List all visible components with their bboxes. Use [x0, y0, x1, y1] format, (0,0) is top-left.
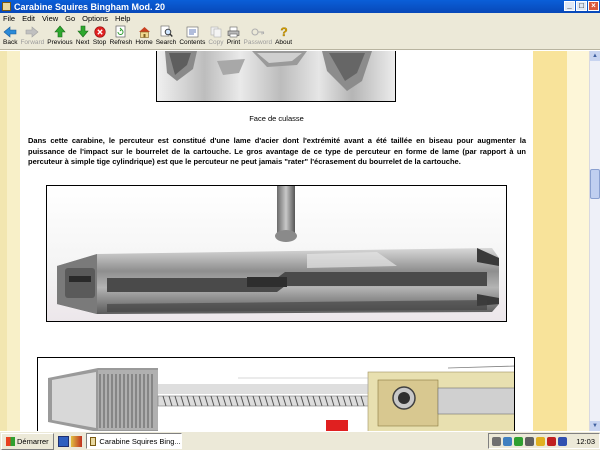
- back-button[interactable]: Back: [3, 24, 17, 47]
- minimize-button[interactable]: _: [564, 1, 575, 11]
- maximize-button[interactable]: □: [576, 1, 587, 11]
- menu-file[interactable]: File: [3, 14, 15, 23]
- right-edge-band: [567, 51, 589, 431]
- menu-edit[interactable]: Edit: [22, 14, 35, 23]
- bolt-firing-pin-photo: [46, 185, 507, 322]
- stop-icon: [93, 25, 107, 38]
- taskbar: Démarrer Carabine Squires Bing... 12:03: [0, 431, 600, 450]
- about-icon: ?: [277, 25, 291, 38]
- search-button[interactable]: Search: [156, 24, 176, 47]
- quick-launch-app-icon[interactable]: [57, 435, 69, 447]
- forward-button[interactable]: Forward: [20, 24, 44, 47]
- tray-network-icon[interactable]: [503, 436, 512, 446]
- menu-go[interactable]: Go: [65, 14, 75, 23]
- print-button[interactable]: Print: [227, 24, 241, 47]
- taskbar-window-button[interactable]: Carabine Squires Bing...: [85, 433, 182, 449]
- app-icon: [89, 436, 97, 446]
- refresh-icon: [114, 25, 128, 38]
- system-tray: 12:03: [488, 433, 600, 449]
- menu-options[interactable]: Options: [82, 14, 108, 23]
- menu-help[interactable]: Help: [115, 14, 130, 23]
- contents-icon: [185, 25, 199, 38]
- toolbar: Back Forward Previous Next Stop Refresh …: [0, 24, 600, 50]
- tray-antivirus-icon[interactable]: [547, 436, 556, 446]
- tray-arrow-icon[interactable]: [492, 436, 501, 446]
- scrollbar-thumb[interactable]: [590, 169, 600, 199]
- left-edge-band: [0, 51, 7, 431]
- app-icon: [2, 2, 11, 11]
- print-icon: [227, 25, 241, 38]
- contents-button[interactable]: Contents: [179, 24, 205, 47]
- password-button[interactable]: Password: [244, 24, 272, 47]
- start-button[interactable]: Démarrer: [1, 432, 54, 450]
- tray-update-icon[interactable]: [536, 436, 545, 446]
- up-arrow-icon: [53, 25, 67, 38]
- scroll-down-arrow[interactable]: ▼: [590, 421, 600, 431]
- copy-icon: [209, 25, 223, 38]
- about-button[interactable]: ? About: [275, 24, 292, 47]
- previous-button[interactable]: Previous: [47, 24, 73, 47]
- quick-launch-book-icon[interactable]: [70, 435, 82, 447]
- search-icon: [159, 25, 173, 38]
- menu-bar: File Edit View Go Options Help: [0, 13, 600, 24]
- vertical-scrollbar[interactable]: ▲ ▼: [589, 51, 600, 431]
- taskbar-window-label: Carabine Squires Bing...: [99, 436, 181, 446]
- window-title: Carabine Squires Bingham Mod. 20: [14, 1, 166, 12]
- refresh-button[interactable]: Refresh: [110, 24, 132, 47]
- down-arrow-icon: [76, 25, 90, 38]
- description-paragraph: Dans cette carabine, le percuteur est co…: [28, 136, 526, 166]
- scroll-up-arrow[interactable]: ▲: [590, 51, 600, 61]
- close-button[interactable]: ×: [588, 1, 599, 11]
- next-button[interactable]: Next: [76, 24, 90, 47]
- svg-text:?: ?: [280, 25, 287, 38]
- copy-button[interactable]: Copy: [208, 24, 224, 47]
- home-button[interactable]: Home: [135, 24, 153, 47]
- menu-view[interactable]: View: [42, 14, 58, 23]
- tray-security-icon[interactable]: [514, 436, 523, 446]
- back-arrow-icon: [3, 25, 17, 38]
- bolt-cutaway-diagram: [37, 357, 515, 431]
- tray-volume-icon[interactable]: [525, 436, 534, 446]
- tray-app-icon[interactable]: [558, 436, 567, 446]
- page-content: Face de culasse Dans cette carabine, le …: [0, 51, 589, 431]
- photo-caption: Face de culasse: [249, 114, 304, 123]
- stop-button[interactable]: Stop: [93, 24, 107, 47]
- clock: 12:03: [576, 436, 595, 446]
- start-label: Démarrer: [17, 436, 49, 446]
- window-title-bar[interactable]: Carabine Squires Bingham Mod. 20 _ □ ×: [0, 0, 600, 13]
- quick-launch: [57, 435, 82, 447]
- windows-logo-icon: [6, 436, 15, 446]
- home-icon: [137, 25, 151, 38]
- password-icon: [251, 25, 265, 38]
- right-margin-band: [533, 51, 567, 431]
- forward-arrow-icon: [25, 25, 39, 38]
- bolt-face-photo: [156, 51, 396, 102]
